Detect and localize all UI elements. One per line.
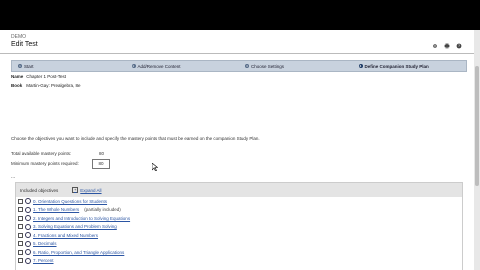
list-item[interactable]: 6. Ratio, Proportion, and Triangle Appli… [16,248,462,257]
min-mastery-label: Minimum mastery points required: [11,161,79,166]
objective-link[interactable]: 2. Integers and Introduction to Solving … [33,216,130,221]
video-frame: DEMO Edit Test ? 1 Start 2 Add/Remove Co… [0,0,480,270]
wizard-steps: 1 Start 2 Add/Remove Content 3 Choose Se… [11,60,467,72]
expand-circle-icon[interactable] [25,223,31,230]
expand-circle-icon[interactable] [25,257,31,264]
list-item[interactable]: 1. The Whole Numbers (partially included… [16,206,462,215]
mouse-cursor-icon [152,163,158,171]
objective-link[interactable]: 5. Decimals [33,241,57,246]
expand-circle-icon[interactable] [25,249,31,256]
header-divider [0,53,474,54]
scrollbar-thumb[interactable] [475,66,479,186]
page-title: Edit Test [11,41,38,48]
expand-icon: + [72,187,79,193]
header-icons: ? [432,43,462,49]
objective-link[interactable]: 7. Percent [33,258,54,263]
topline: DEMO [11,34,26,40]
expand-circle-icon[interactable] [25,215,31,222]
objectives-header-label: Included objectives [20,187,59,193]
step-start[interactable]: 1 Start [12,61,126,71]
expand-circle-icon[interactable] [25,198,31,205]
book-value: Martin-Gay: Prealgebra, 8e [26,83,81,88]
instructions: Choose the objectives you want to includ… [11,136,260,141]
list-item[interactable]: 7. Percent [16,257,462,266]
step-number: 3 [245,64,249,68]
expand-circle-icon[interactable] [25,232,31,239]
step-define-study-plan[interactable]: 4 Define Companion Study Plan [353,61,467,71]
step-number: 2 [131,64,136,68]
print-icon[interactable] [444,43,450,49]
svg-text:?: ? [458,44,460,48]
checkbox[interactable] [18,258,23,264]
objective-link[interactable]: 6. Ratio, Proportion, and Triangle Appli… [33,250,124,255]
objective-link[interactable]: 4. Fractions and Mixed Numbers [33,233,98,238]
ellipsis: ... [11,174,16,180]
step-label: Start [24,63,34,69]
list-item[interactable]: 0. Orientation Questions for Students [16,197,462,206]
book-label: Book [11,83,23,88]
step-label: Choose Settings [251,63,285,69]
list-item[interactable]: 3. Solving Equations and Problem Solving [16,223,462,232]
objective-link[interactable]: 1. The Whole Numbers [33,207,79,212]
list-item[interactable]: 5. Decimals [16,240,462,249]
step-number: 1 [18,64,22,68]
total-mastery-value: 80 [99,151,105,156]
checkbox[interactable] [18,198,23,204]
min-mastery-input[interactable]: 80 [92,159,110,169]
objective-status: (partially included) [84,207,121,213]
step-label: Add/Remove Content [137,63,181,69]
expand-circle-icon[interactable] [25,206,31,213]
step-label: Define Companion Study Plan [364,63,429,69]
page: DEMO Edit Test ? 1 Start 2 Add/Remove Co… [0,30,474,270]
checkbox[interactable] [18,232,23,238]
book-row: Book Martin-Gay: Prealgebra, 8e [11,83,81,88]
min-mastery-row: Minimum mastery points required: 80 [11,159,110,169]
objectives-panel: Included objectives + Expand All 0. Orie… [15,182,463,270]
total-mastery-row: Total available mastery points: 80 [11,151,104,156]
step-number: 4 [358,64,363,68]
step-choose-settings[interactable]: 3 Choose Settings [239,61,353,71]
name-label: Name [11,74,24,79]
step-add-remove-content[interactable]: 2 Add/Remove Content [126,61,240,71]
expand-all-label: Expand All [80,187,102,193]
checkbox[interactable] [18,249,23,255]
expand-all-link[interactable]: + Expand All [72,187,102,193]
checkbox[interactable] [18,224,23,230]
list-item[interactable]: 4. Fractions and Mixed Numbers [16,231,462,240]
checkbox[interactable] [18,207,23,213]
gear-icon[interactable] [432,43,438,49]
list-item[interactable]: 2. Integers and Introduction to Solving … [16,214,462,223]
objectives-list: 0. Orientation Questions for Students 1.… [16,197,462,265]
checkbox[interactable] [18,215,23,221]
scrollbar[interactable] [474,30,480,270]
help-icon[interactable]: ? [456,43,462,49]
checkbox[interactable] [18,241,23,247]
name-row: Name Chapter 1 Post-Test [11,74,66,79]
expand-circle-icon[interactable] [25,240,31,247]
total-mastery-label: Total available mastery points: [11,151,72,156]
objectives-header: Included objectives + Expand All [16,183,462,197]
objective-link[interactable]: 3. Solving Equations and Problem Solving [33,224,117,229]
objective-link[interactable]: 0. Orientation Questions for Students [33,199,107,204]
name-value: Chapter 1 Post-Test [26,74,67,79]
